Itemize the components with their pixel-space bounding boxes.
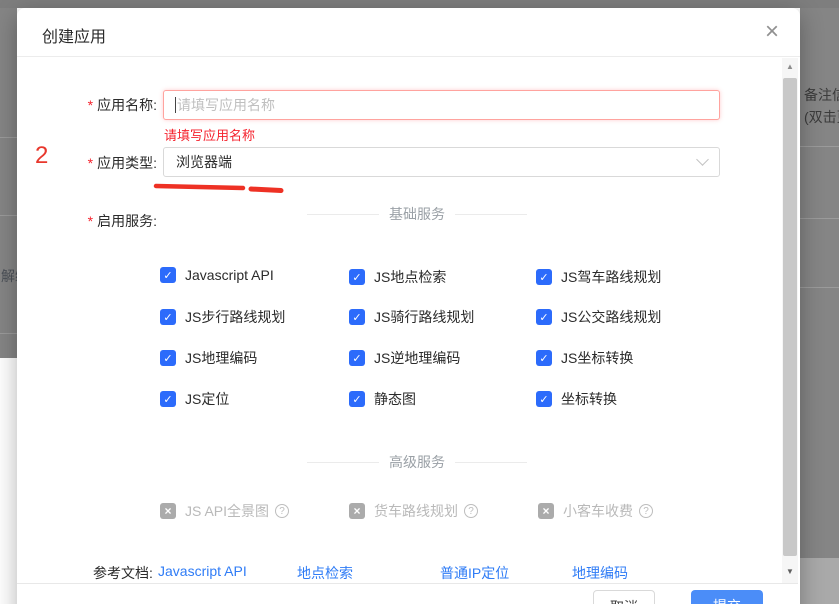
divider-line (455, 462, 527, 463)
basic-services-grid: ✓Javascript API ✓JS地点检索 ✓JS驾车路线规划 ✓JS步行路… (160, 265, 760, 430)
required-asterisk: * (88, 155, 93, 171)
chevron-down-icon (696, 153, 709, 166)
required-asterisk: * (88, 97, 93, 113)
checkbox-checked-icon: ✓ (349, 391, 365, 407)
checkbox-disabled-icon: × (160, 503, 176, 519)
doc-link[interactable]: 地点检索 (297, 563, 353, 583)
service-checkbox-item[interactable]: ✓JS公交路线规划 (536, 307, 661, 327)
basic-services-divider: 基础服务 (307, 204, 527, 224)
advanced-services-grid: ×JS API全景图? ×货车路线规划? ×小客车收费? (160, 501, 760, 521)
checkbox-checked-icon: ✓ (349, 269, 365, 285)
modal-title: 创建应用 (42, 23, 106, 47)
scroll-down-icon[interactable]: ▼ (782, 567, 798, 576)
service-checkbox-item[interactable]: ✓静态图 (349, 389, 416, 409)
checkbox-checked-icon: ✓ (536, 391, 552, 407)
background-remark-text-line2: (双击更 (804, 106, 839, 128)
help-question-icon[interactable]: ? (275, 504, 289, 518)
dimmed-overlay-right: 备注信 (双击更 (800, 8, 839, 558)
service-checkbox-item[interactable]: ✓JS定位 (160, 389, 229, 409)
help-question-icon[interactable]: ? (639, 504, 653, 518)
modal-scrollbar[interactable]: ▲ ▼ (782, 58, 798, 583)
background-unbind-link: 解绑 (1, 266, 17, 286)
table-row-divider (0, 333, 17, 334)
divider-line (455, 214, 527, 215)
background-remark-text-line1: 备注信 (804, 84, 839, 106)
table-row-divider (800, 218, 839, 219)
service-checkbox-item[interactable]: ✓Javascript API (160, 267, 274, 283)
checkbox-checked-icon: ✓ (536, 309, 552, 325)
checkbox-checked-icon: ✓ (160, 309, 176, 325)
advanced-services-divider: 高级服务 (307, 452, 527, 472)
dimmed-overlay-left: 解绑 (0, 8, 17, 358)
doc-link[interactable]: 地理编码 (572, 563, 628, 583)
checkbox-checked-icon: ✓ (536, 350, 552, 366)
app-name-placeholder: 请填写应用名称 (177, 95, 275, 115)
basic-services-title: 基础服务 (389, 204, 445, 224)
advanced-services-title: 高级服务 (389, 452, 445, 472)
checkbox-checked-icon: ✓ (160, 267, 176, 283)
scroll-up-icon[interactable]: ▲ (782, 62, 798, 71)
docs-label: 参考文档: (93, 563, 153, 583)
table-row-divider (0, 215, 17, 216)
checkbox-checked-icon: ✓ (160, 391, 176, 407)
annotation-underline (153, 180, 285, 194)
checkbox-disabled-icon: × (349, 503, 365, 519)
annotation-step-number: 2 (35, 142, 48, 170)
divider-line (307, 462, 379, 463)
service-checkbox-item[interactable]: ✓JS步行路线规划 (160, 307, 285, 327)
service-checkbox-item[interactable]: ✓JS逆地理编码 (349, 348, 460, 368)
table-row-divider (0, 137, 17, 138)
dimmed-overlay-right-bottom (800, 558, 839, 604)
checkbox-checked-icon: ✓ (536, 269, 552, 285)
table-row-divider (800, 146, 839, 147)
close-icon[interactable]: × (757, 17, 787, 47)
services-label: *启用服务: (17, 211, 157, 231)
service-checkbox-item[interactable]: ✓JS地理编码 (160, 348, 257, 368)
modal-header: 创建应用 × (17, 8, 800, 57)
service-checkbox-item[interactable]: ✓JS驾车路线规划 (536, 267, 661, 287)
table-row-divider (800, 287, 839, 288)
app-type-selected-value: 浏览器端 (176, 152, 232, 172)
advanced-service-item: ×货车路线规划? (349, 501, 478, 521)
service-checkbox-item[interactable]: ✓JS骑行路线规划 (349, 307, 474, 327)
doc-link[interactable]: Javascript API (158, 563, 247, 579)
service-checkbox-item[interactable]: ✓坐标转换 (536, 389, 617, 409)
dimmed-overlay-top (0, 0, 839, 8)
divider-line (307, 214, 379, 215)
create-app-modal: 创建应用 × *应用名称: 请填写应用名称 请填写应用名称 *应用类型: 浏览器… (17, 8, 800, 604)
background-column-header: 备注信 (双击更 (804, 84, 839, 128)
app-name-input[interactable]: 请填写应用名称 (163, 90, 720, 120)
app-type-select[interactable]: 浏览器端 (163, 147, 720, 177)
service-checkbox-item[interactable]: ✓JS坐标转换 (536, 348, 633, 368)
help-question-icon[interactable]: ? (464, 504, 478, 518)
required-asterisk: * (88, 213, 93, 229)
app-name-label: *应用名称: (17, 95, 157, 115)
footer-divider (17, 583, 798, 584)
doc-link[interactable]: 普通IP定位 (440, 563, 509, 583)
app-name-error-message: 请填写应用名称 (164, 125, 255, 144)
scrollbar-thumb[interactable] (783, 78, 797, 556)
checkbox-disabled-icon: × (538, 503, 554, 519)
text-caret (175, 97, 176, 113)
cancel-button[interactable]: 取消 (593, 590, 655, 604)
checkbox-checked-icon: ✓ (349, 350, 365, 366)
advanced-service-item: ×JS API全景图? (160, 501, 289, 521)
submit-button[interactable]: 提交 (691, 590, 763, 604)
advanced-service-item: ×小客车收费? (538, 501, 653, 521)
checkbox-checked-icon: ✓ (160, 350, 176, 366)
checkbox-checked-icon: ✓ (349, 309, 365, 325)
service-checkbox-item[interactable]: ✓JS地点检索 (349, 267, 446, 287)
screen: 解绑 备注信 (双击更 创建应用 × *应用名称: 请填写应用名称 请填写应用名… (0, 0, 839, 604)
